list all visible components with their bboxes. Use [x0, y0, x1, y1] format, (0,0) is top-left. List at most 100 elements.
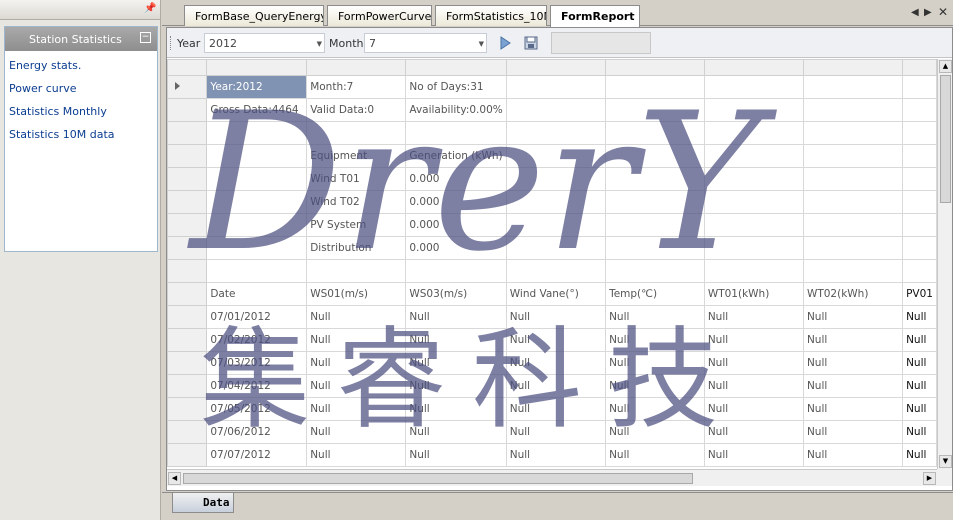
tab-formstatistics-10m[interactable]: FormStatistics_10M — [435, 5, 547, 26]
grid-cell[interactable] — [703, 236, 804, 260]
grid-cell[interactable] — [802, 121, 904, 145]
grid-cell[interactable] — [703, 213, 804, 237]
summary-gross-cell[interactable]: Gross Data:4464 — [206, 98, 308, 122]
date-cell[interactable]: 07/02/2012 — [206, 328, 308, 352]
grid-cell[interactable] — [605, 121, 705, 145]
value-cell[interactable]: Null — [802, 397, 904, 421]
grid-cell[interactable] — [505, 213, 607, 237]
value-cell[interactable]: Null — [505, 420, 607, 444]
row-header[interactable] — [167, 420, 208, 444]
summary-year-cell[interactable]: Year:2012 — [206, 75, 308, 99]
value-cell[interactable]: Null — [505, 351, 607, 375]
row-header[interactable] — [167, 167, 208, 191]
table-row[interactable] — [167, 121, 937, 145]
table-header-cell[interactable]: WT02(kWh) — [802, 282, 904, 306]
value-cell[interactable]: Null — [902, 420, 937, 444]
grid-cell[interactable] — [902, 259, 937, 283]
value-cell[interactable]: Null — [703, 420, 804, 444]
grid-cell[interactable] — [405, 259, 507, 283]
value-cell[interactable]: Null — [902, 443, 937, 467]
grid-cell[interactable] — [902, 75, 937, 99]
value-cell[interactable]: Null — [802, 305, 904, 329]
table-header-cell[interactable]: WT01(kWh) — [703, 282, 804, 306]
nav-link-energy-stats[interactable]: Energy stats. — [9, 59, 157, 82]
value-cell[interactable]: Null — [802, 351, 904, 375]
play-icon[interactable] — [497, 35, 513, 51]
table-header-cell[interactable]: Date — [206, 282, 308, 306]
save-icon[interactable] — [523, 35, 539, 51]
month-select[interactable]: 7 ▼ — [364, 33, 487, 53]
value-cell[interactable]: Null — [802, 443, 904, 467]
table-row[interactable]: Year:2012 Month:7 No of Days:31 — [167, 75, 937, 99]
table-row[interactable]: Gross Data:4464 Valid Data:0 Availabilit… — [167, 98, 937, 122]
grid-cell[interactable] — [703, 167, 804, 191]
summary-valid-cell[interactable]: Valid Data:0 — [306, 98, 407, 122]
grid-cell[interactable] — [206, 167, 308, 191]
value-cell[interactable]: Null — [802, 374, 904, 398]
grid-column-header[interactable] — [902, 59, 937, 76]
grid-cell[interactable] — [802, 98, 904, 122]
grid-cell[interactable] — [902, 236, 937, 260]
scroll-right-icon[interactable]: ▶ — [923, 472, 936, 485]
scroll-down-icon[interactable]: ▼ — [939, 455, 952, 468]
value-cell[interactable]: Null — [505, 374, 607, 398]
equipment-value-cell[interactable]: 0.000 — [405, 213, 507, 237]
grid-cell[interactable] — [505, 259, 607, 283]
toolbar-text-box[interactable] — [551, 32, 651, 54]
table-row[interactable]: 07/02/2012 Null Null Null Null Null Null Null — [167, 328, 937, 352]
table-header-cell[interactable]: PV01 — [902, 282, 937, 306]
value-cell[interactable]: Null — [306, 305, 407, 329]
close-icon[interactable]: ✕ — [938, 5, 948, 19]
equipment-value-cell[interactable]: 0.000 — [405, 167, 507, 191]
grid-cell[interactable] — [703, 98, 804, 122]
row-header[interactable] — [167, 259, 208, 283]
summary-days-cell[interactable]: No of Days:31 — [405, 75, 507, 99]
table-row[interactable]: Wind T01 0.000 — [167, 167, 937, 191]
value-cell[interactable]: Null — [703, 443, 804, 467]
value-cell[interactable]: Null — [405, 328, 507, 352]
value-cell[interactable]: Null — [605, 351, 705, 375]
value-cell[interactable]: Null — [605, 328, 705, 352]
value-cell[interactable]: Null — [802, 420, 904, 444]
table-row[interactable]: 07/01/2012 Null Null Null Null Null Null Null — [167, 305, 937, 329]
grid-cell[interactable] — [505, 236, 607, 260]
tab-scroll-right-icon[interactable]: ▶ — [924, 7, 932, 18]
grid-cell[interactable] — [505, 75, 607, 99]
grid-column-header[interactable] — [405, 59, 507, 76]
pin-icon[interactable]: 📌 — [144, 3, 156, 15]
grid-cell[interactable] — [505, 167, 607, 191]
row-header[interactable] — [167, 98, 208, 122]
value-cell[interactable]: Null — [405, 420, 507, 444]
value-cell[interactable]: Null — [405, 397, 507, 421]
table-row[interactable]: 07/06/2012 Null Null Null Null Null Null Null — [167, 420, 937, 444]
tab-formreport[interactable]: FormReport — [550, 5, 640, 27]
value-cell[interactable]: Null — [605, 305, 705, 329]
value-cell[interactable]: Null — [902, 397, 937, 421]
chevron-down-icon[interactable]: ▼ — [479, 40, 484, 48]
chevron-down-icon[interactable]: ▼ — [317, 40, 322, 48]
tab-data[interactable]: Data — [172, 493, 234, 513]
summary-month-cell[interactable]: Month:7 — [306, 75, 407, 99]
date-cell[interactable]: 07/01/2012 — [206, 305, 308, 329]
grid-cell[interactable] — [902, 190, 937, 214]
grid-cell[interactable] — [605, 259, 705, 283]
row-header[interactable] — [167, 305, 208, 329]
value-cell[interactable]: Null — [605, 420, 705, 444]
grid-cell[interactable] — [306, 259, 407, 283]
horizontal-scrollbar[interactable]: ◀ ▶ — [167, 469, 937, 486]
tab-formbase-queryenergy[interactable]: FormBase_QueryEnergy — [184, 5, 324, 26]
vertical-scroll-thumb[interactable] — [940, 75, 951, 203]
grid-cell[interactable] — [505, 98, 607, 122]
date-cell[interactable]: 07/04/2012 — [206, 374, 308, 398]
grid-column-header[interactable] — [605, 59, 705, 76]
scroll-left-icon[interactable]: ◀ — [168, 472, 181, 485]
table-row[interactable]: Equipment Generation (kWh) — [167, 144, 937, 168]
date-cell[interactable]: 07/03/2012 — [206, 351, 308, 375]
value-cell[interactable]: Null — [505, 443, 607, 467]
grid-cell[interactable] — [703, 75, 804, 99]
grid-column-header[interactable] — [802, 59, 904, 76]
value-cell[interactable]: Null — [306, 374, 407, 398]
grid-cell[interactable] — [703, 190, 804, 214]
grid-cell[interactable] — [703, 259, 804, 283]
value-cell[interactable]: Null — [505, 328, 607, 352]
